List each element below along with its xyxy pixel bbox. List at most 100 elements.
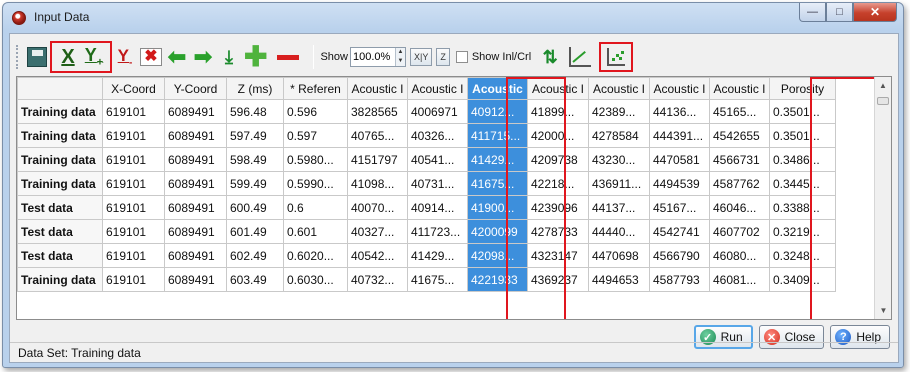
table-cell[interactable]: 4278584 <box>588 123 650 148</box>
table-cell[interactable]: 42098... <box>467 243 528 268</box>
table-cell[interactable]: 0.597 <box>283 123 348 148</box>
table-cell[interactable]: 0.3248... <box>769 243 836 268</box>
table-cell[interactable]: 6089491 <box>164 219 227 244</box>
table-cell[interactable]: 619101 <box>102 147 165 172</box>
table-cell[interactable]: 0.3501... <box>769 99 836 124</box>
table-cell[interactable]: 40542... <box>347 243 408 268</box>
z-view-button[interactable]: Z <box>436 48 450 66</box>
column-header[interactable]: Acoustic I <box>709 77 770 100</box>
table-cell[interactable]: 4494539 <box>649 171 710 196</box>
scatter-plot-button[interactable] <box>605 43 627 71</box>
column-header[interactable]: X-Coord <box>102 77 165 100</box>
table-cell[interactable]: 436911... <box>588 171 650 196</box>
row-header-cell[interactable]: Training data <box>17 123 103 148</box>
table-cell[interactable]: 46080... <box>709 243 770 268</box>
table-cell[interactable]: 0.5980... <box>283 147 348 172</box>
table-row[interactable]: Training data 619101 6089491 603.49 0.6030..… <box>17 267 836 292</box>
table-cell[interactable]: 40914... <box>407 195 468 220</box>
add-y-button[interactable]: Y+ <box>83 43 105 71</box>
table-cell[interactable]: 4566790 <box>649 243 710 268</box>
move-right-button[interactable]: ➡ <box>192 43 214 71</box>
table-cell[interactable]: 42218... <box>527 171 589 196</box>
scroll-up-icon[interactable]: ▲ <box>875 77 891 94</box>
table-cell[interactable]: 40326... <box>407 123 468 148</box>
table-cell[interactable]: 599.49 <box>226 171 284 196</box>
table-cell[interactable]: 6089491 <box>164 147 227 172</box>
column-header[interactable]: Z (ms) <box>226 77 284 100</box>
table-cell[interactable]: 41675... <box>467 171 528 196</box>
row-header-cell[interactable]: Test data <box>17 195 103 220</box>
table-cell[interactable]: 3828565 <box>347 99 408 124</box>
table-cell[interactable]: 6089491 <box>164 195 227 220</box>
table-cell[interactable]: 46046... <box>709 195 770 220</box>
table-cell[interactable]: 44137... <box>588 195 650 220</box>
row-header-cell[interactable]: Training data <box>17 99 103 124</box>
column-header[interactable]: Acoustic I <box>407 77 468 100</box>
table-cell[interactable]: 41675... <box>407 267 468 292</box>
table-cell[interactable]: 42389... <box>588 99 650 124</box>
table-cell[interactable]: 619101 <box>102 219 165 244</box>
table-cell[interactable]: 4151797 <box>347 147 408 172</box>
table-cell[interactable]: 619101 <box>102 195 165 220</box>
row-header-cell[interactable]: Training data <box>17 171 103 196</box>
table-cell[interactable]: 40731... <box>407 171 468 196</box>
table-cell[interactable]: 0.596 <box>283 99 348 124</box>
row-header-cell[interactable]: Training data <box>17 147 103 172</box>
table-cell[interactable]: 411723... <box>407 219 468 244</box>
table-cell[interactable]: 600.49 <box>226 195 284 220</box>
table-cell[interactable]: 43230... <box>588 147 650 172</box>
table-cell[interactable]: 40732... <box>347 267 408 292</box>
table-cell[interactable]: 4607702 <box>709 219 770 244</box>
table-row[interactable]: Training data 619101 6089491 596.48 0.596 382… <box>17 99 836 124</box>
table-cell[interactable]: 4542741 <box>649 219 710 244</box>
column-header[interactable]: Acoustic <box>467 77 528 100</box>
table-cell[interactable]: 4542655 <box>709 123 770 148</box>
scroll-thumb[interactable] <box>877 97 889 105</box>
table-cell[interactable]: 6089491 <box>164 267 227 292</box>
crossplot-button[interactable] <box>569 43 592 71</box>
table-cell[interactable]: 0.5990... <box>283 171 348 196</box>
close-window-button[interactable]: ✕ <box>853 3 897 22</box>
table-cell[interactable]: 4323147 <box>527 243 589 268</box>
table-cell[interactable]: 619101 <box>102 123 165 148</box>
table-cell[interactable]: 45165... <box>709 99 770 124</box>
column-header[interactable]: Acoustic I <box>588 77 650 100</box>
table-cell[interactable]: 0.3486... <box>769 147 836 172</box>
table-cell[interactable]: 603.49 <box>226 267 284 292</box>
table-cell[interactable]: 46081... <box>709 267 770 292</box>
table-cell[interactable]: 619101 <box>102 267 165 292</box>
column-header[interactable]: * Referen <box>283 77 348 100</box>
table-cell[interactable]: 4006971 <box>407 99 468 124</box>
table-cell[interactable]: 41899... <box>527 99 589 124</box>
row-header-cell[interactable]: Training data <box>17 267 103 292</box>
table-cell[interactable]: 619101 <box>102 171 165 196</box>
table-cell[interactable]: 4587762 <box>709 171 770 196</box>
table-cell[interactable]: 4200099 <box>467 219 528 244</box>
zoom-input[interactable] <box>351 51 395 63</box>
table-cell[interactable]: 602.49 <box>226 243 284 268</box>
table-row[interactable]: Test data 619101 6089491 601.49 0.601 40327..… <box>17 219 836 244</box>
table-cell[interactable]: 40327... <box>347 219 408 244</box>
column-header[interactable]: Acoustic I <box>527 77 589 100</box>
table-cell[interactable]: 0.601 <box>283 219 348 244</box>
table-cell[interactable]: 44440... <box>588 219 650 244</box>
remove-y-button[interactable]: Y- <box>114 43 136 71</box>
move-down-button[interactable]: ⤓ <box>218 43 240 71</box>
table-cell[interactable]: 0.6020... <box>283 243 348 268</box>
column-header[interactable]: Acoustic I <box>649 77 710 100</box>
scroll-down-icon[interactable]: ▼ <box>875 302 891 319</box>
table-cell[interactable]: 596.48 <box>226 99 284 124</box>
vertical-scrollbar[interactable]: ▲ ▼ <box>874 77 891 319</box>
minimize-button[interactable]: — <box>799 3 826 22</box>
table-cell[interactable]: 6089491 <box>164 171 227 196</box>
table-cell[interactable]: 40765... <box>347 123 408 148</box>
inline-crossline-button[interactable]: ⇅ <box>539 43 561 71</box>
row-header-cell[interactable]: Test data <box>17 219 103 244</box>
table-cell[interactable]: 598.49 <box>226 147 284 172</box>
add-row-button[interactable]: ✚ <box>244 43 267 71</box>
table-cell[interactable]: 40070... <box>347 195 408 220</box>
column-header[interactable]: Y-Coord <box>164 77 227 100</box>
table-cell[interactable]: 4221933 <box>467 267 528 292</box>
table-cell[interactable]: 0.3219... <box>769 219 836 244</box>
table-cell[interactable]: 4587793 <box>649 267 710 292</box>
